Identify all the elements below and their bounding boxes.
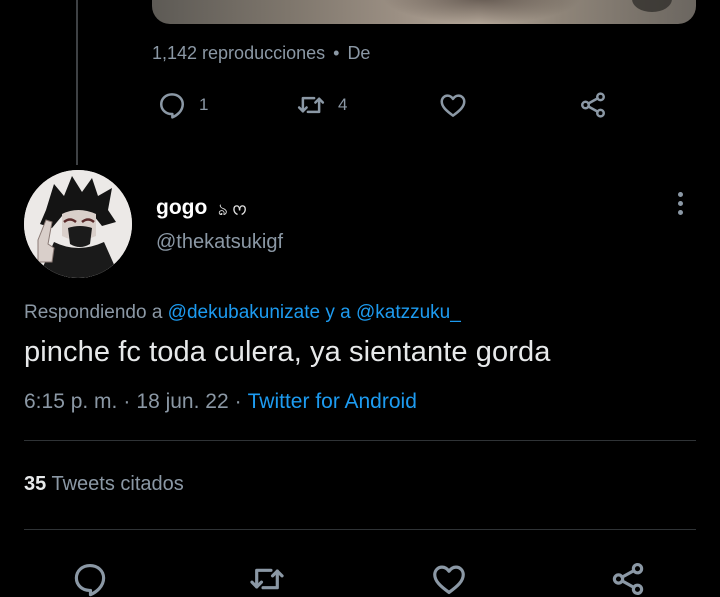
divider-bottom [24,529,696,530]
reply-count: 1 [199,95,209,114]
retweet-icon [297,96,325,114]
media-preview[interactable] [152,0,696,24]
reply-icon [160,93,184,119]
view-count-text: 1,142 reproducciones [152,43,326,63]
meta-separator: · [123,390,131,413]
avatar[interactable] [24,170,132,278]
mention-link-2[interactable]: @katzzuku_ [356,302,461,323]
share-icon [612,563,644,595]
avatar-illustration [24,170,132,278]
views-separator: • [333,43,340,63]
quote-label: Tweets citados [51,473,184,495]
more-options-icon [670,192,690,215]
tweet-time[interactable]: 6:15 p. m. [24,390,117,413]
share-icon [581,92,605,118]
media-detail [632,0,672,12]
media-shade [382,0,582,24]
replying-to: Respondiendo a @dekubakunizate y a @katz… [24,302,461,324]
tweet-like-button[interactable] [430,560,468,597]
heart-icon [440,94,466,117]
tweet-date[interactable]: 18 jun. 22 [136,390,228,413]
thread-connector-line [76,0,78,165]
tweet-retweet-button[interactable] [248,560,286,597]
reply-icon [74,563,106,597]
retweet-icon [250,568,284,590]
like-button[interactable] [438,90,468,120]
reply-button[interactable]: 1 [157,90,208,120]
from-label: De [347,43,371,63]
retweet-count: 4 [338,95,348,114]
tweet-reply-button[interactable] [71,560,109,597]
quote-tweets-stat[interactable]: 35 Tweets citados [24,473,184,496]
divider-top [24,440,696,441]
view-count: 1,142 reproducciones • De [152,43,370,64]
retweet-button[interactable]: 4 [296,90,347,120]
tweet-text: pinche fc toda culera, ya sientante gord… [24,336,551,368]
display-name[interactable]: gogo [156,196,207,220]
meta-separator-2: · [234,390,242,413]
replying-connector[interactable]: y a [325,302,350,323]
mention-link-1[interactable]: @dekubakunizate [168,302,320,323]
name-emoji: ঌ ᰔ [218,202,248,219]
user-handle[interactable]: @thekatsukigf [156,231,283,254]
replying-prefix: Respondiendo a [24,302,163,323]
tweet-meta: 6:15 p. m. · 18 jun. 22 · Twitter for Androi… [24,390,417,414]
client-link[interactable]: Twitter for Android [248,390,417,413]
heart-icon [433,565,465,595]
tweet-share-button[interactable] [609,560,647,597]
more-options-button[interactable] [670,190,690,218]
share-button[interactable] [578,90,608,120]
quote-count: 35 [24,473,47,495]
